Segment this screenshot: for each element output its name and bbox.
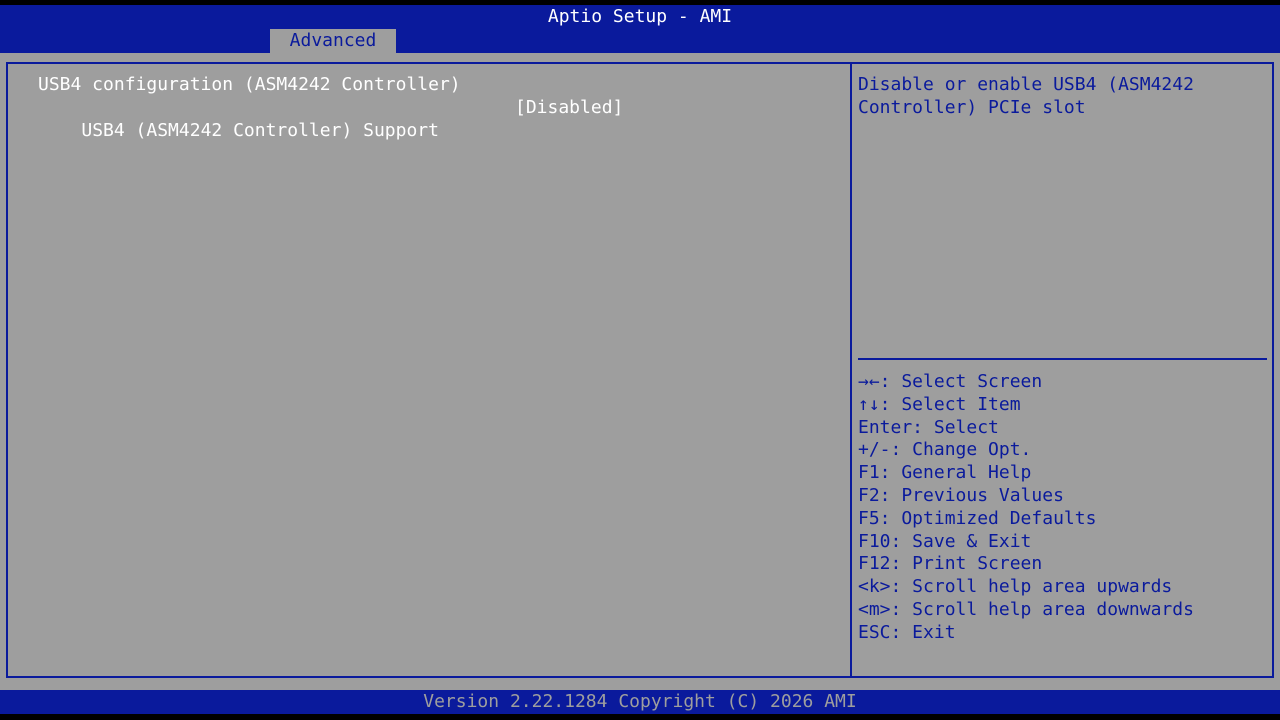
version-copyright: Version 2.22.1284 Copyright (C) 2026 AMI [423,691,857,712]
key-hint-previous-values: F2: Previous Values [858,484,1064,506]
key-hint-select-item: ↑↓: Select Item [858,393,1021,415]
key-hint-enter: Enter: Select [858,416,999,438]
section-title: USB4 configuration (ASM4242 Controller) [38,74,461,95]
tab-advanced[interactable]: Advanced [270,29,396,53]
bios-screen: Aptio Setup - AMI Advanced USB4 configur… [0,0,1280,720]
key-hint-select-screen: →←: Select Screen [858,371,1043,392]
key-hint-general-help: F1: General Help [858,462,1032,484]
key-hint-change-opt: +/-: Change Opt. [858,439,1032,461]
option-label: USB4 (ASM4242 Controller) Support [81,119,439,141]
key-hint-print-screen: F12: Print Screen [858,553,1043,575]
usb4-support-option[interactable]: USB4 (ASM4242 Controller) Support [Disab… [38,97,623,188]
key-hint-optimized-defaults: F5: Optimized Defaults [858,507,1097,529]
key-hint-scroll-down: <m>: Scroll help area downwards [858,598,1194,620]
key-legend: →←: Select Screen ↑↓: Select Item Enter:… [858,371,1194,645]
key-hint-save-exit: F10: Save & Exit [858,530,1032,552]
help-description: Disable or enable USB4 (ASM4242 Controll… [858,74,1205,118]
option-value[interactable]: [Disabled] [515,97,623,120]
key-hint-scroll-up: <k>: Scroll help area upwards [858,576,1173,598]
key-hint-esc-exit: ESC: Exit [858,621,956,643]
help-divider [858,358,1267,360]
window-title: Aptio Setup - AMI [547,6,733,27]
